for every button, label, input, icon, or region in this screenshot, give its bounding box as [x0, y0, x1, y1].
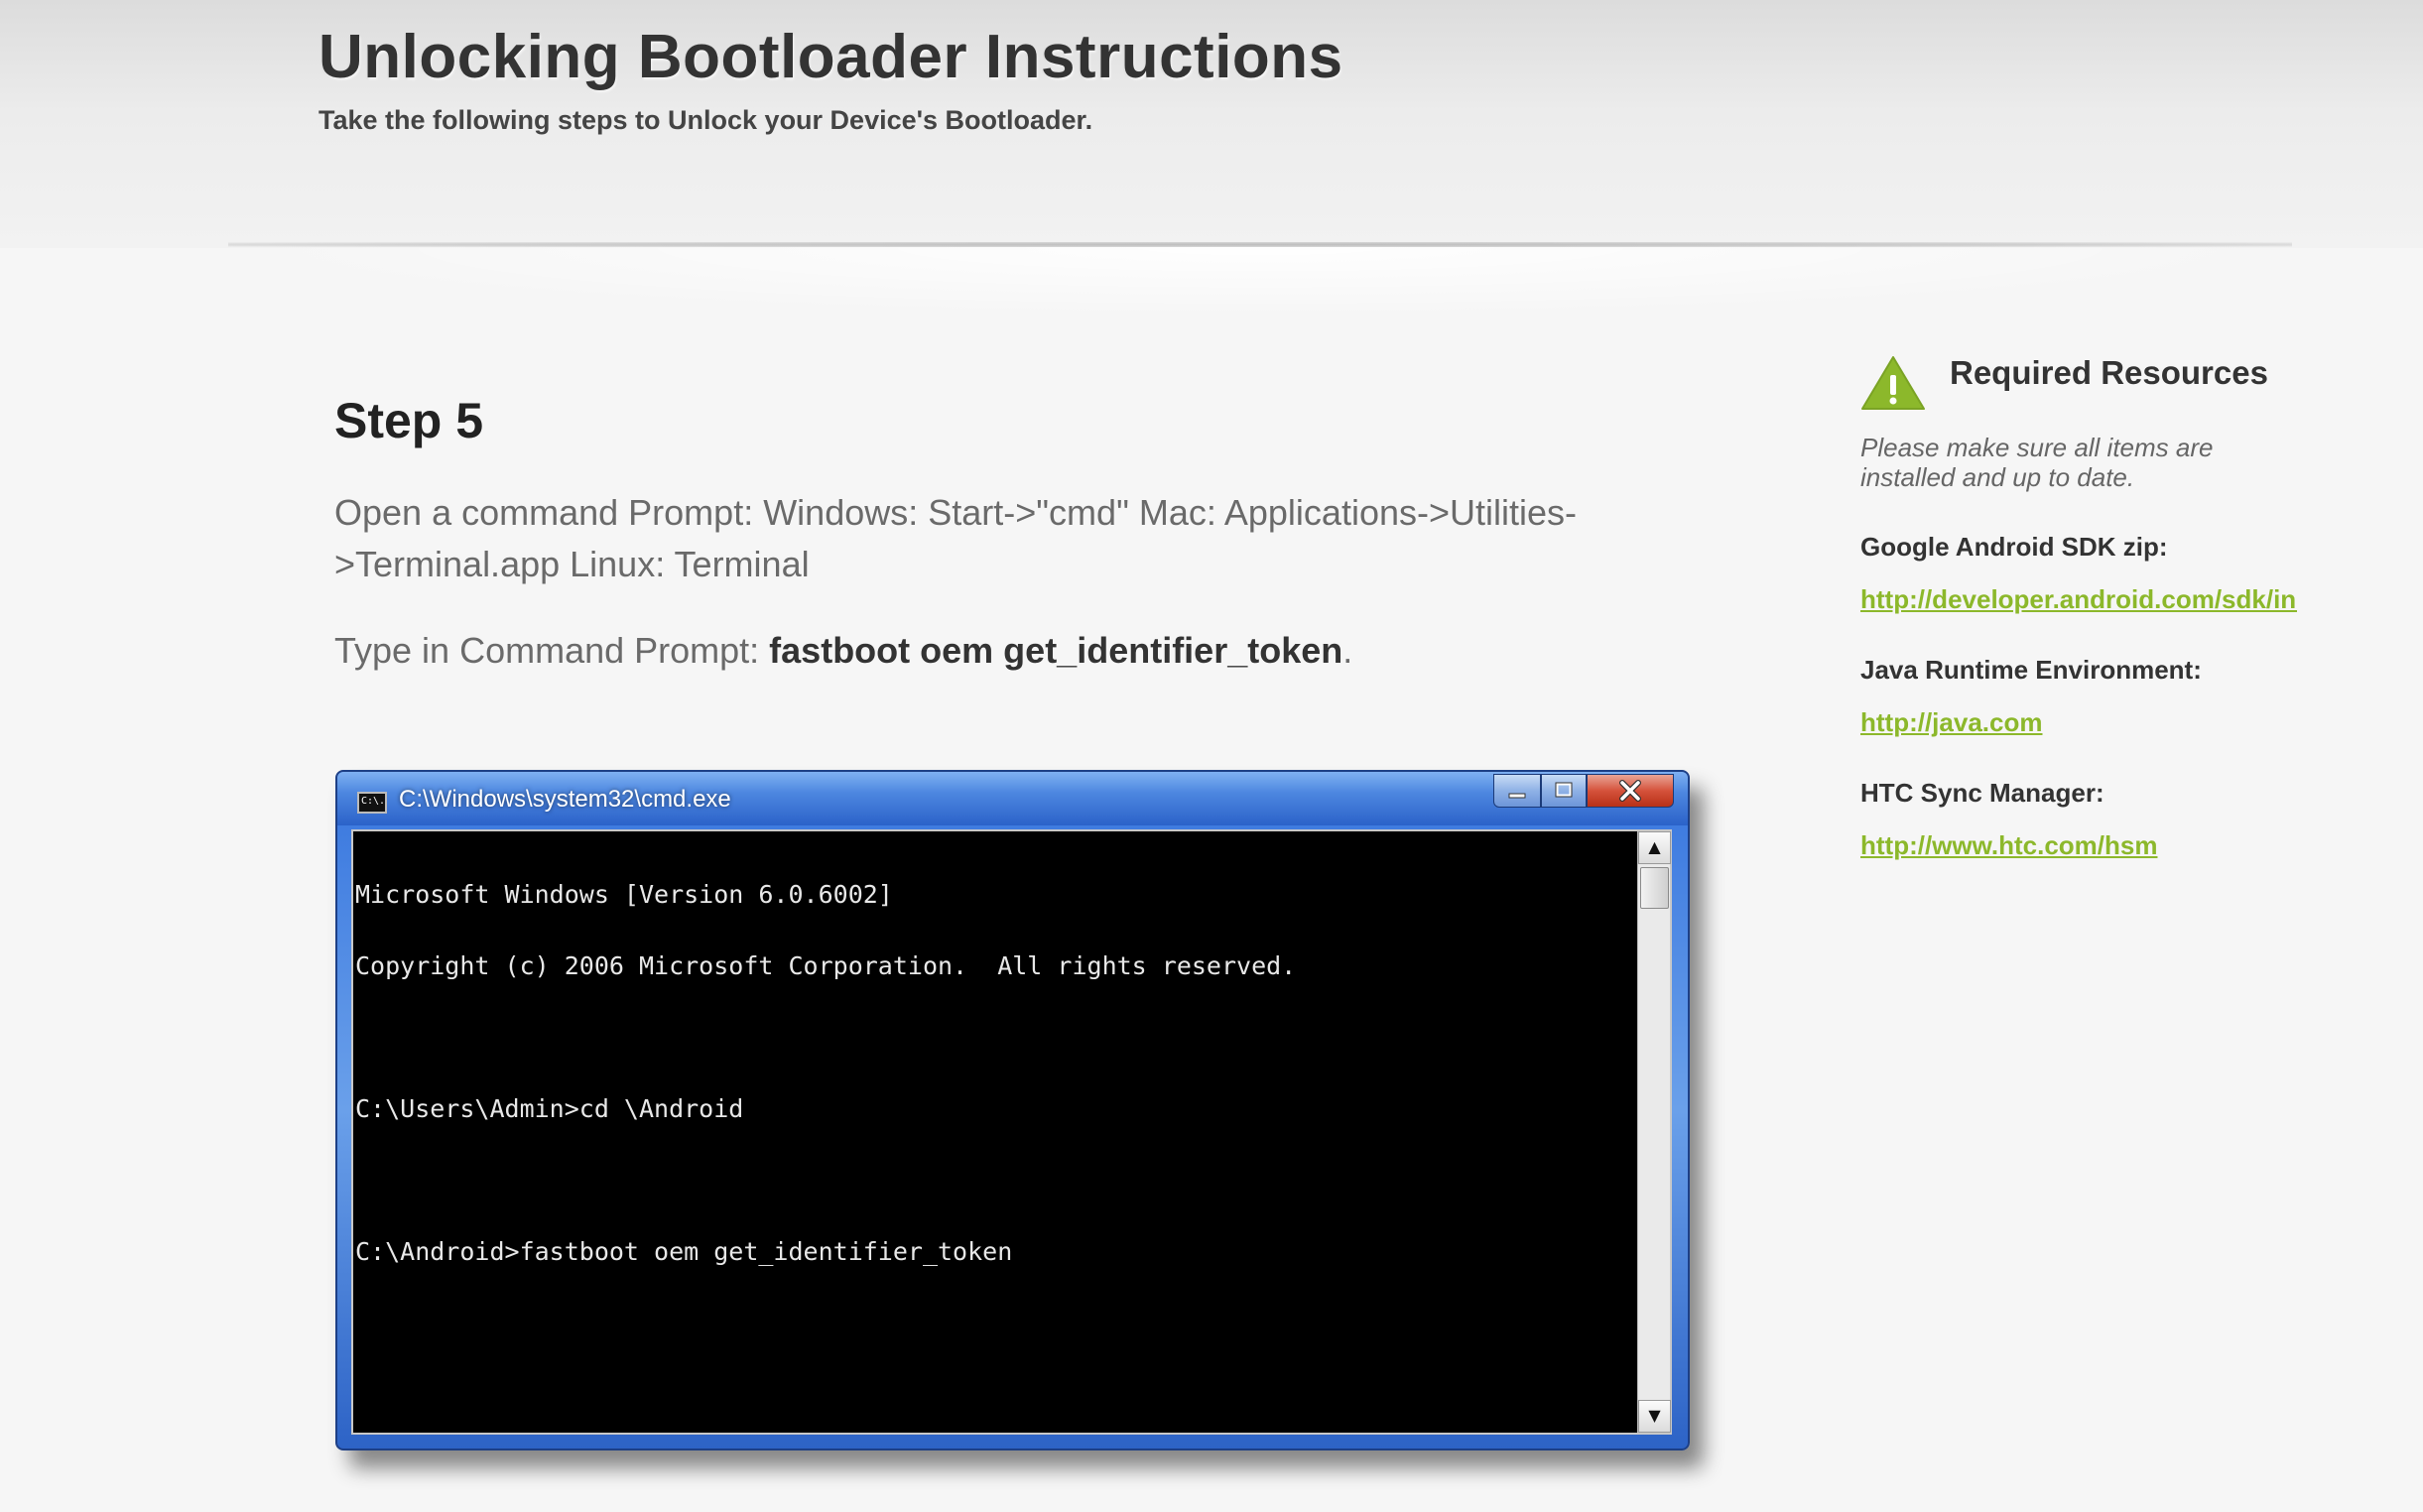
cmd-output: Microsoft Windows [Version 6.0.6002] Cop… [353, 831, 1637, 1433]
cmd-window-screenshot: C:\. C:\Windows\system32\cmd.exe Microso… [335, 770, 1690, 1450]
android-sdk-link[interactable]: http://developer.android.com/sdk/index.h… [1860, 584, 2297, 615]
resources-header: Required Resources [1860, 353, 2297, 413]
cmd-icon: C:\. [357, 792, 387, 814]
cmd-titlebar: C:\. C:\Windows\system32\cmd.exe [337, 772, 1688, 825]
scroll-down-icon: ▼ [1638, 1400, 1671, 1433]
page-subtitle: Take the following steps to Unlock your … [319, 105, 1093, 135]
resources-note: Please make sure all items are installed… [1860, 433, 2214, 492]
warning-icon [1861, 356, 1925, 410]
console-line: Microsoft Windows [Version 6.0.6002] [355, 880, 893, 909]
resources-title: Required Resources [1950, 354, 2268, 391]
scroll-up-icon: ▲ [1638, 831, 1671, 864]
resource-label: Java Runtime Environment: [1860, 655, 2202, 685]
console-line: C:\Users\Admin>cd \Android [355, 1094, 744, 1123]
resource-label: Google Android SDK zip: [1860, 532, 2168, 562]
minimize-icon [1493, 774, 1541, 808]
close-icon [1587, 774, 1674, 808]
maximize-icon [1541, 774, 1587, 808]
required-resources-sidebar: Required Resources Please make sure all … [1860, 353, 2297, 861]
command-text: fastboot oem get_identifier_token [769, 630, 1343, 671]
page-title: Unlocking Bootloader Instructions [319, 23, 1343, 91]
scroll-thumb [1640, 867, 1669, 909]
step-command-instruction: Type in Command Prompt: fastboot oem get… [334, 630, 1704, 672]
cmd-console: Microsoft Windows [Version 6.0.6002] Cop… [351, 829, 1672, 1435]
step-content: Step 5 Open a command Prompt: Windows: S… [334, 392, 1704, 672]
resource-label: HTC Sync Manager: [1860, 778, 2104, 808]
console-line: C:\Android>fastboot oem get_identifier_t… [355, 1237, 1013, 1266]
cmd-scrollbar: ▲ ▼ [1637, 831, 1671, 1433]
command-suffix: . [1342, 630, 1353, 671]
console-line: Copyright (c) 2006 Microsoft Corporation… [355, 951, 1297, 980]
step-title: Step 5 [334, 393, 484, 448]
java-link[interactable]: http://java.com [1860, 707, 2297, 738]
htc-sync-link[interactable]: http://www.htc.com/hsm [1860, 830, 2297, 861]
command-prefix: Type in Command Prompt: [334, 630, 770, 671]
window-controls [1493, 774, 1674, 808]
step-instruction: Open a command Prompt: Windows: Start->"… [334, 492, 1578, 584]
cmd-window-title: C:\Windows\system32\cmd.exe [399, 786, 731, 813]
header-divider-glow [228, 247, 2292, 316]
